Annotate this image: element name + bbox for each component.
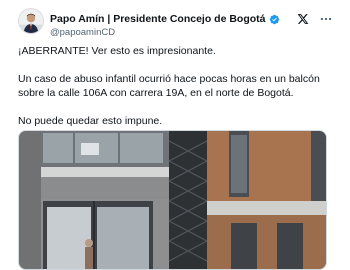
avatar[interactable] [18,8,44,34]
author-row: Papo Amín | Presidente Concejo de Bogotá [50,13,280,25]
tweet-paragraph: Un caso de abuso infantil ocurrió hace p… [18,73,320,99]
author-name[interactable]: Papo Amín | Presidente Concejo de Bogotá [50,13,266,25]
avatar-photo [19,9,43,33]
tweet-header: Papo Amín | Presidente Concejo de Bogotá… [0,0,350,48]
tweet-paragraph: ¡ABERRANTE! Ver esto es impresionante. [18,45,216,57]
building-photo [19,131,326,269]
verified-badge-icon [269,14,280,25]
tweet-media[interactable] [18,130,327,270]
author-handle[interactable]: @papoaminCD [50,27,115,38]
tweet-paragraph: No puede quedar esto impune. [18,115,163,127]
x-logo-icon[interactable] [297,13,309,25]
more-options-icon[interactable] [319,12,333,26]
tweet-text: ¡ABERRANTE! Ver esto es impresionante. U… [18,44,336,128]
